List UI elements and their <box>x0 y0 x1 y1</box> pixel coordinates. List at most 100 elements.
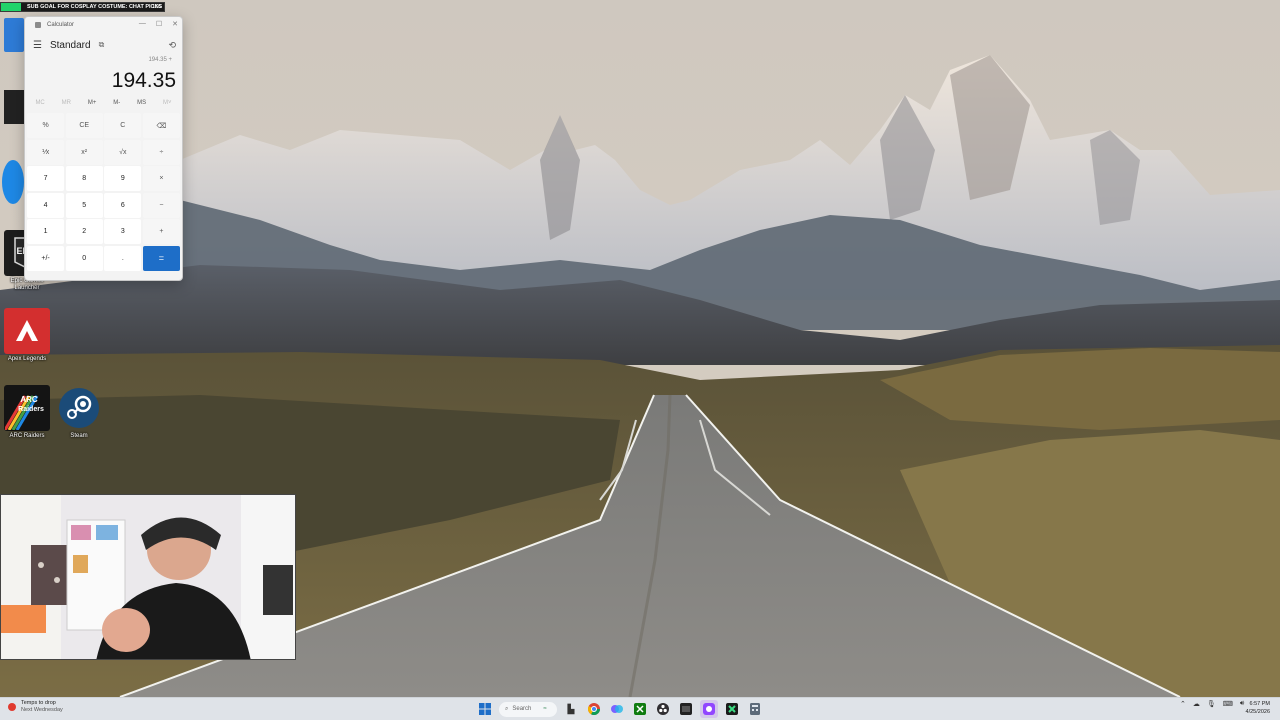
search-highlight-icon: ≈ <box>543 706 547 712</box>
digit-5-button[interactable]: 5 <box>65 192 103 218</box>
divide-button[interactable]: ÷ <box>142 139 180 165</box>
clock-date: 4/25/2026 <box>1245 709 1270 715</box>
goal-text: SUB GOAL FOR COSPLAY COSTUME: CHAT PICKS <box>27 4 163 10</box>
task-view-button[interactable]: ▙ <box>562 700 580 718</box>
digit-6-button[interactable]: 6 <box>104 192 142 218</box>
square-root-button[interactable]: √x <box>104 139 142 165</box>
calculator-keypad: % CE C ⌫ ⅟x x² √x ÷ 7 8 9 × 4 5 6 − 1 2 … <box>25 111 182 273</box>
taskbar: Temps to drop Next Wednesday ⌕ Search ≈ … <box>0 697 1280 720</box>
digit-3-button[interactable]: 3 <box>104 219 142 244</box>
volume-icon[interactable]: 🔊︎ <box>1240 700 1244 708</box>
clear-entry-button[interactable]: CE <box>65 113 103 138</box>
clear-button[interactable]: C <box>104 113 142 138</box>
stream-sub-goal-bar: SUB GOAL FOR COSPLAY COSTUME: CHAT PICKS… <box>0 2 165 12</box>
apex-legends-icon <box>4 308 50 354</box>
desktop-icon-label: Steam <box>70 433 88 439</box>
xsplit-icon <box>726 703 738 715</box>
taskbar-calculator-app[interactable] <box>746 700 764 718</box>
task-view-icon: ▙ <box>567 703 575 714</box>
calculator-window[interactable]: Calculator — ☐ ✕ ☰ Standard ⧉ ⟲ 194.35 +… <box>24 16 183 281</box>
reciprocal-button[interactable]: ⅟x <box>27 139 65 165</box>
svg-text:Raiders: Raiders <box>18 406 44 413</box>
weather-alert-icon <box>8 703 16 711</box>
terminal-icon <box>680 703 692 715</box>
system-tray: ⌃ ☁ 🎙︎ ⌨ 🔊︎ <box>1180 700 1244 708</box>
backspace-button[interactable]: ⌫ <box>142 113 180 138</box>
decimal-button[interactable]: . <box>104 245 142 271</box>
memory-clear-button[interactable]: MC <box>35 100 44 106</box>
digit-1-button[interactable]: 1 <box>27 219 65 244</box>
goal-progress-fill <box>1 3 21 11</box>
desktop-icon-partial[interactable] <box>4 18 24 52</box>
desktop-icon-partial[interactable] <box>4 90 24 124</box>
taskbar-app-dark[interactable] <box>677 700 695 718</box>
taskbar-xbox[interactable] <box>631 700 649 718</box>
xbox-icon <box>634 703 646 715</box>
keep-on-top-icon[interactable]: ⧉ <box>99 40 105 50</box>
negate-button[interactable]: +/- <box>27 245 65 271</box>
square-button[interactable]: x² <box>65 139 103 165</box>
taskbar-search-box[interactable]: ⌕ Search ≈ <box>499 701 557 717</box>
cloud-icon[interactable]: ☁ <box>1193 700 1200 708</box>
desktop-icon-partial[interactable] <box>2 160 24 204</box>
clock-time: 6:57 PM <box>1249 701 1270 707</box>
start-button[interactable] <box>476 700 494 718</box>
history-icon[interactable]: ⟲ <box>168 40 176 51</box>
navigation-menu-icon[interactable]: ☰ <box>33 40 42 51</box>
weather-headline: Temps to drop <box>21 700 56 706</box>
webcam-overlay <box>0 494 296 660</box>
digit-2-button[interactable]: 2 <box>65 219 103 244</box>
desktop-icon-label: ARC Raiders <box>9 433 45 439</box>
memory-list-button[interactable]: M˅ <box>163 100 172 106</box>
steam-icon <box>56 385 102 431</box>
goal-count: 156 <box>151 4 161 10</box>
arc-raiders-icon: ARC Raiders <box>4 385 50 431</box>
digit-7-button[interactable]: 7 <box>27 166 65 191</box>
twitch-studio-icon <box>703 703 715 715</box>
subtract-button[interactable]: − <box>142 192 180 218</box>
desktop-icon-label: Apex Legends <box>7 356 47 362</box>
add-button[interactable]: + <box>142 219 180 244</box>
calculator-mode-label: Standard <box>49 39 91 51</box>
memory-add-button[interactable]: M+ <box>88 100 97 106</box>
taskbar-app-green[interactable] <box>723 700 741 718</box>
digit-9-button[interactable]: 9 <box>104 166 142 191</box>
maximize-icon[interactable]: ☐ <box>156 20 162 28</box>
obs-icon <box>657 703 669 715</box>
calculator-display: 194.35 <box>111 69 176 92</box>
taskbar-calculator[interactable] <box>700 700 718 718</box>
calculator-icon <box>750 703 760 715</box>
chrome-icon <box>588 703 600 715</box>
multiply-button[interactable]: × <box>142 166 180 191</box>
memory-subtract-button[interactable]: M- <box>113 100 120 106</box>
microphone-icon[interactable]: 🎙︎ <box>1207 700 1216 708</box>
digit-8-button[interactable]: 8 <box>65 166 103 191</box>
copilot-icon <box>611 705 623 713</box>
taskbar-clock[interactable]: 6:57 PM 4/25/2026 <box>1246 700 1270 716</box>
windows-logo-icon <box>479 703 491 715</box>
search-placeholder: Search <box>512 706 532 712</box>
desktop-icon-arc-raiders[interactable]: ARC Raiders ARC Raiders <box>0 385 54 440</box>
memory-recall-button[interactable]: MR <box>62 100 71 106</box>
close-icon[interactable]: ✕ <box>172 20 178 28</box>
calculator-titlebar[interactable]: Calculator — ☐ ✕ <box>25 17 182 33</box>
percent-button[interactable]: % <box>27 113 65 138</box>
digit-4-button[interactable]: 4 <box>27 192 65 218</box>
desktop-icon-apex-legends[interactable]: Apex Legends <box>0 308 54 363</box>
taskbar-obs[interactable] <box>654 700 672 718</box>
taskbar-copilot[interactable] <box>608 700 626 718</box>
search-icon: ⌕ <box>505 705 509 712</box>
minimize-icon[interactable]: — <box>139 20 146 28</box>
weather-subtext: Next Wednesday <box>21 707 63 713</box>
calculator-window-title: Calculator <box>47 22 75 28</box>
desktop-icon-steam[interactable]: Steam <box>52 385 106 440</box>
memory-store-button[interactable]: MS <box>137 100 146 106</box>
taskbar-chrome[interactable] <box>585 700 603 718</box>
equals-button[interactable]: = <box>142 245 180 271</box>
weather-widget[interactable]: Temps to drop Next Wednesday <box>8 700 63 714</box>
calculator-expression: 194.35 + <box>148 57 172 63</box>
digit-0-button[interactable]: 0 <box>65 245 103 271</box>
calculator-app-icon <box>35 22 41 28</box>
network-icon[interactable]: ⌨ <box>1223 700 1233 708</box>
show-hidden-icons-icon[interactable]: ⌃ <box>1180 700 1186 708</box>
